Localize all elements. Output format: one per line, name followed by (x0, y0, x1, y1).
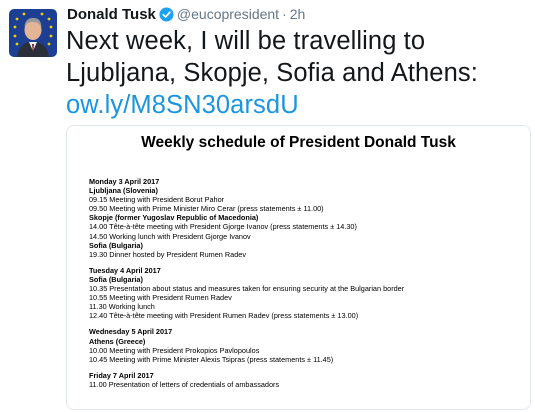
schedule-entry: 14.50 Working lunch with President Gjorg… (89, 231, 251, 241)
avatar-image (9, 9, 57, 57)
schedule-location: Athens (Greece) (89, 336, 146, 346)
schedule-day: Wednesday 5 April 2017 Athens (Greece) 1… (89, 327, 519, 363)
schedule-entry: 09.15 Meeting with President Borut Pahor (89, 195, 225, 205)
schedule-entry: 10.35 Presentation about status and meas… (89, 284, 405, 294)
schedule-location: Ljubljana (Slovenia) (89, 186, 158, 196)
author-name[interactable]: Donald Tusk (67, 6, 156, 23)
author-handle[interactable]: @eucopresident (177, 6, 279, 22)
schedule-day: Monday 3 April 2017 Ljubljana (Slovenia)… (89, 177, 519, 259)
schedule-day: Friday 7 April 2017 11.00 Presentation o… (89, 371, 519, 389)
schedule-entry: 11.00 Presentation of letters of credent… (89, 379, 280, 389)
attached-image-card[interactable]: Weekly schedule of President Donald Tusk… (66, 125, 531, 410)
schedule-list: Monday 3 April 2017 Ljubljana (Slovenia)… (89, 177, 519, 396)
schedule-day: Tuesday 4 April 2017 Sofia (Bulgaria) 10… (89, 266, 519, 321)
header-separator: · (282, 6, 287, 22)
day-date: Friday 7 April 2017 (89, 370, 154, 380)
tweet-text-line-1: Next week, I will be travelling to (66, 27, 426, 55)
day-date: Wednesday 5 April 2017 (89, 327, 173, 337)
schedule-entry: 19.30 Dinner hosted by President Rumen R… (89, 249, 246, 259)
schedule-entry: 12.40 Tête-à-tête meeting with President… (89, 311, 359, 321)
schedule-entry: 11.30 Working lunch (89, 302, 155, 312)
day-date: Monday 3 April 2017 (89, 177, 160, 186)
tweet-text: Next week, I will be travelling to Ljubl… (66, 25, 526, 121)
schedule-entry: 09.50 Meeting with Prime Minister Miro C… (89, 204, 324, 214)
tweet-timestamp[interactable]: 2h (290, 6, 306, 22)
schedule-location: Sofia (Bulgaria) (89, 240, 143, 250)
day-date: Tuesday 4 April 2017 (89, 265, 161, 275)
tweet-header: Donald Tusk @eucopresident · 2h (67, 5, 305, 23)
tweet-link[interactable]: ow.ly/M8SN30arsdU (66, 89, 526, 121)
schedule-entry: 14.00 Tête-à-tête meeting with President… (89, 222, 357, 232)
schedule-entry: 10.00 Meeting with President Prokopios P… (89, 345, 260, 355)
schedule-location: Sofia (Bulgaria) (89, 274, 143, 284)
schedule-location: Skopje (former Yugoslav Republic of Mace… (89, 213, 259, 223)
verified-badge-icon (159, 7, 174, 27)
document-title: Weekly schedule of President Donald Tusk (141, 134, 456, 151)
avatar[interactable] (9, 9, 57, 57)
schedule-entry: 10.45 Meeting with Prime Minister Alexis… (89, 354, 334, 364)
tweet-text-line-2: Ljubljana, Skopje, Sofia and Athens: (66, 59, 478, 87)
schedule-entry: 10.55 Meeting with President Rumen Radev (89, 293, 232, 303)
